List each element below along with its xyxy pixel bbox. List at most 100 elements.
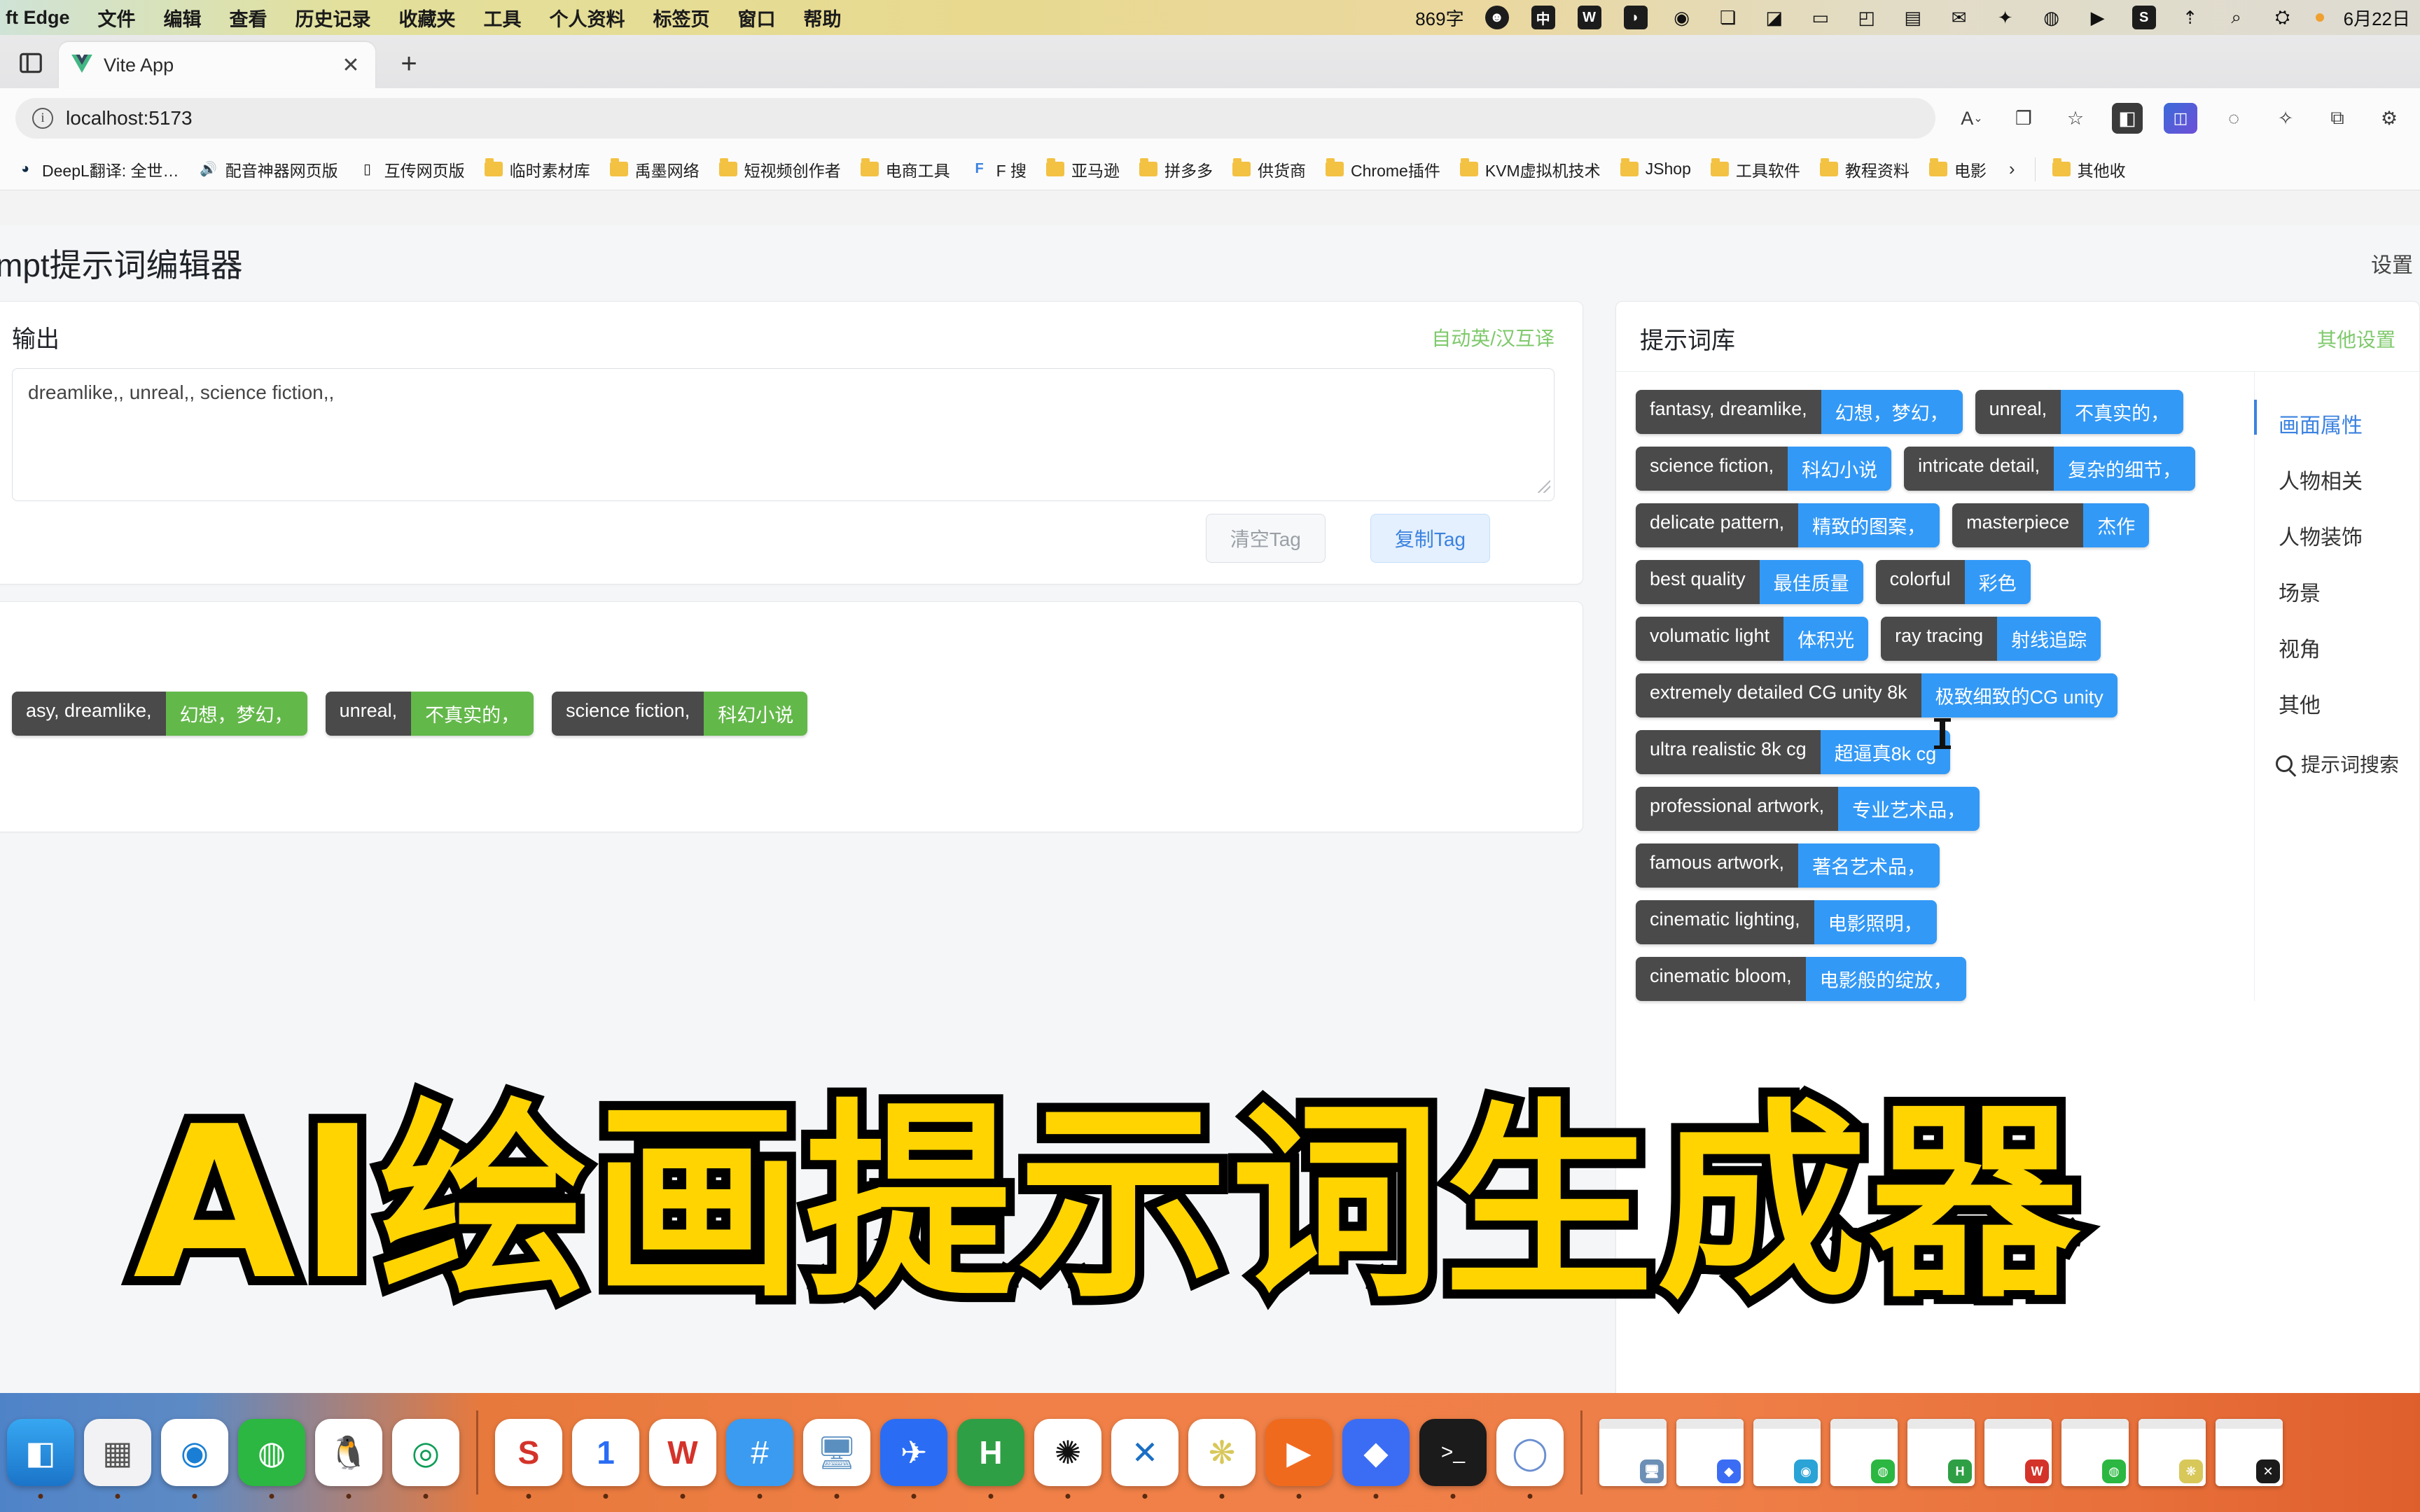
bilibili-icon[interactable]: ▶ [1265,1419,1333,1499]
clear-tag-button[interactable]: 清空Tag [1205,514,1326,563]
control-center-icon[interactable]: ⛭ [2269,4,2296,31]
selected-tag[interactable]: asy, dreamlike, 幻想，梦幻， [12,692,307,736]
window-thumb-editor[interactable]: ◆ [1676,1419,1744,1486]
window-thumb-h[interactable]: H [1907,1419,1975,1486]
selected-tag[interactable]: unreal, 不真实的， [325,692,534,736]
ime-chinese-icon[interactable]: 中 [1530,4,1557,31]
feishu-icon[interactable]: ✈ [880,1419,947,1499]
chatgpt-icon[interactable]: ✺ [1034,1419,1101,1499]
window-thumb-notes[interactable]: ◍ [1830,1419,1898,1486]
fingerprint-icon[interactable]: ◉ [1669,4,1695,31]
search-icon[interactable]: ⌕ [2223,4,2250,31]
bookmark-item[interactable]: Chrome插件 [1319,155,1447,184]
bookmark-item[interactable]: 电影 [1922,155,1994,184]
bookmark-item[interactable]: 短视频创作者 [712,155,848,184]
window-thumb-yuque[interactable]: ❋ [2139,1419,2206,1486]
bookmark-other-folder[interactable]: 其他收 [2045,155,2133,184]
package-icon[interactable]: ◪ [1761,4,1788,31]
auto-translate-link[interactable]: 自动英/汉互译 [1431,323,1555,351]
bookmark-item[interactable]: KVM虚拟机技术 [1453,155,1608,184]
menu-item-4[interactable]: 收藏夹 [399,4,456,31]
mail-icon[interactable]: ✉ [1946,4,1973,31]
play-circle-icon[interactable]: ▶ [2085,4,2111,31]
library-tag[interactable]: fantasy, dreamlike, 幻想，梦幻， [1636,390,1963,434]
battery-icon[interactable]: ▭ [1807,4,1834,31]
library-tag[interactable]: cinematic lighting, 电影照明， [1636,900,1937,944]
settings-more-icon[interactable]: ⚙ [2374,103,2405,134]
bookmark-item[interactable]: ◕ DeepL翻译: 全世… [8,155,186,184]
smiley-icon[interactable]: ☻ [1484,4,1510,31]
sogou-s-icon[interactable]: S [2131,4,2157,31]
menubar-datetime[interactable]: 6月22日 [2344,5,2410,31]
bookmark-item[interactable]: 拼多多 [1132,155,1220,184]
bookmark-item[interactable]: ▯ 互传网页版 [351,155,472,184]
menubar-app-name[interactable]: ft Edge [6,7,70,29]
output-textarea[interactable]: dreamlike,, unreal,, science fiction,, [12,368,1555,501]
wechat-icon[interactable]: ◍ [238,1419,305,1499]
sidebar-item-character-decoration[interactable]: 人物装饰 [2255,507,2419,564]
hash-icon[interactable]: # [726,1419,793,1499]
menu-item-9[interactable]: 帮助 [804,4,842,31]
bookmark-item[interactable]: FF 搜 [963,155,1034,184]
other-settings-link[interactable]: 其他设置 [2317,325,2395,353]
vscode-icon[interactable]: ✕ [1111,1419,1178,1499]
copilot-icon[interactable]: ◫ [2164,103,2197,134]
siri-icon[interactable]: ◯ [1496,1419,1564,1499]
textarea-resize-grip[interactable] [1538,480,1550,493]
sidebar-item-picture-attributes[interactable]: 画面属性 [2254,396,2419,451]
selected-tag[interactable]: science fiction, 科幻小说 [552,692,808,736]
edge-icon[interactable]: ◉ [161,1419,228,1499]
library-tag[interactable]: colorful 彩色 [1875,560,2031,604]
wps-icon[interactable]: W [649,1419,716,1499]
window-thumb-wechat[interactable]: ◍ [2061,1419,2129,1486]
library-tag[interactable]: best quality 最佳质量 [1636,560,1863,604]
menu-item-5[interactable]: 工具 [484,4,522,31]
window-thumb-code[interactable]: ✕ [2216,1419,2283,1486]
browser-essentials-icon[interactable]: ◌ [2218,103,2249,134]
launchpad-icon[interactable]: ▦ [84,1419,151,1499]
tab-list-icon[interactable] [11,43,50,83]
bookmark-item[interactable]: 供货商 [1225,155,1313,184]
library-tag[interactable]: volumatic light 体积光 [1636,617,1869,661]
airplay-icon[interactable]: ◰ [1854,4,1880,31]
bookmark-item[interactable]: 亚马逊 [1039,155,1127,184]
wifi-icon[interactable]: ⇡ [2177,4,2204,31]
browser-tab[interactable]: Vite App ✕ [59,42,375,88]
sidebar-item-character-related[interactable]: 人物相关 [2255,451,2419,507]
bookmark-item[interactable]: 禹墨网络 [603,155,707,184]
window-thumb-wps[interactable]: W [1984,1419,2052,1486]
window-thumb-mail[interactable]: ◉ [1753,1419,1821,1486]
library-tag[interactable]: ultra realistic 8k cg 超逼真8k cg [1636,730,1951,774]
add-tabs-icon[interactable]: ⧉ [2322,103,2353,134]
yuque-icon[interactable]: ❋ [1188,1419,1256,1499]
h-app-icon[interactable]: H [957,1419,1024,1499]
bookmark-item[interactable]: JShop [1613,157,1698,181]
menu-item-2[interactable]: 查看 [230,4,267,31]
bookmark-item[interactable]: 工具软件 [1704,155,1807,184]
bookmark-item[interactable]: 电商工具 [854,155,957,184]
menu-item-3[interactable]: 历史记录 [295,4,371,31]
info-icon[interactable]: i [32,108,53,129]
wechat-icon[interactable]: ◍ [2038,4,2065,31]
library-tag[interactable]: delicate pattern, 精致的图案， [1636,503,1940,547]
library-tag[interactable]: professional artwork, 专业艺术品， [1636,787,1980,831]
menu-item-1[interactable]: 编辑 [164,4,202,31]
sidebar-item-other[interactable]: 其他 [2255,676,2419,732]
library-tag[interactable]: intricate detail, 复杂的细节， [1904,447,2196,491]
library-tag[interactable]: famous artwork, 著名艺术品， [1636,844,1940,888]
cleaner-icon[interactable]: ◆ [1342,1419,1410,1499]
bookmark-item[interactable]: 临时素材库 [478,155,597,184]
clipboard-icon[interactable]: ▤ [1900,4,1926,31]
favorite-star-icon[interactable]: ☆ [2060,103,2091,134]
app-settings-link[interactable]: 设置 [2371,248,2413,279]
chrome-icon[interactable]: ◎ [392,1419,459,1499]
bookmarks-overflow-chevron[interactable]: › [1999,158,2025,180]
read-aloud-icon[interactable]: A ⌄ [1956,103,1987,134]
shield-icon[interactable]: ◗ [1622,4,1649,31]
library-tag[interactable]: cinematic bloom, 电影般的绽放， [1636,957,1966,1001]
favorites-icon[interactable]: ✧ [2270,103,2301,134]
sidebar-item-perspective[interactable]: 视角 [2255,620,2419,676]
wps-w-icon[interactable]: W [1576,4,1603,31]
word-count-status[interactable]: 869字 [1415,5,1463,31]
library-tag[interactable]: masterpiece 杰作 [1952,503,2150,547]
